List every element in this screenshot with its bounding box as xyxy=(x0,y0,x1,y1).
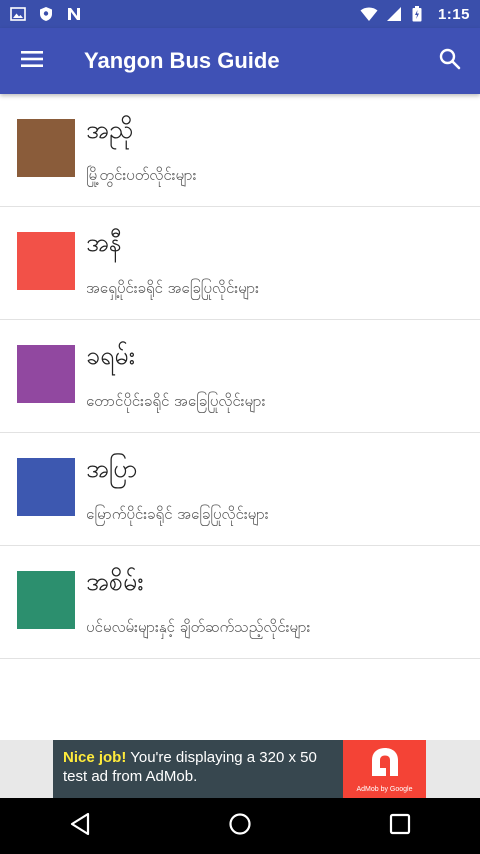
route-item-red[interactable]: အနီ အရှေ့ပိုင်းခရိုင် အခြေပြုလိုင်းများ xyxy=(0,207,480,320)
search-button[interactable] xyxy=(420,28,480,94)
route-item-brown[interactable]: အညို မြို့တွင်းပတ်လိုင်းများ xyxy=(0,94,480,207)
battery-icon xyxy=(412,6,428,22)
wifi-icon xyxy=(360,6,378,22)
route-color-swatch xyxy=(17,458,75,516)
route-color-swatch xyxy=(17,119,75,177)
ad-logo-caption: AdMob by Google xyxy=(356,785,413,793)
route-description: အရှေ့ပိုင်းခရိုင် အခြေပြုလိုင်းများ xyxy=(86,279,259,297)
menu-button[interactable] xyxy=(0,28,64,94)
route-description: မြို့တွင်းပတ်လိုင်းများ xyxy=(86,166,197,184)
shield-icon xyxy=(38,6,54,22)
recents-button[interactable] xyxy=(370,798,430,854)
home-icon xyxy=(228,812,252,840)
search-icon xyxy=(439,48,461,74)
route-name: အစိမ်း xyxy=(86,567,144,596)
nav-bar xyxy=(0,798,480,854)
n-icon xyxy=(66,6,82,22)
ad-logo: AdMob by Google xyxy=(343,740,426,798)
ad-bar: Nice job! You're displaying a 320 x 50 t… xyxy=(0,740,480,798)
route-description: ပင်မလမ်းများနှင့် ချိတ်ဆက်သည့်လိုင်းများ xyxy=(86,618,311,636)
route-item-green[interactable]: အစိမ်း ပင်မလမ်းများနှင့် ချိတ်ဆက်သည့်လို… xyxy=(0,546,480,659)
route-description: မြောက်ပိုင်းခရိုင် အခြေပြုလိုင်းများ xyxy=(86,505,269,523)
screen: 1:15 Yangon Bus Guide အညို မြို့တွင်းပတ်… xyxy=(0,0,480,854)
status-time: 1:15 xyxy=(437,5,470,23)
route-description: တောင်ပိုင်းခရိုင် အခြေပြုလိုင်းများ xyxy=(86,392,266,410)
menu-icon xyxy=(20,49,44,73)
recents-icon xyxy=(389,813,411,839)
route-item-purple[interactable]: ခရမ်း တောင်ပိုင်းခရိုင် အခြေပြုလိုင်းမျာ… xyxy=(0,320,480,433)
ad-banner[interactable]: Nice job! You're displaying a 320 x 50 t… xyxy=(53,740,426,798)
route-name: အနီ xyxy=(86,228,122,257)
ad-headline: Nice job! xyxy=(63,749,127,766)
signal-icon xyxy=(386,6,402,22)
image-icon xyxy=(10,6,26,22)
app-bar: Yangon Bus Guide xyxy=(0,28,480,94)
route-name: ခရမ်း xyxy=(86,341,136,370)
route-color-swatch xyxy=(17,345,75,403)
back-icon xyxy=(69,812,91,840)
status-bar: 1:15 xyxy=(0,0,480,28)
route-item-blue[interactable]: အပြာ မြောက်ပိုင်းခရိုင် အခြေပြုလိုင်းမျာ… xyxy=(0,433,480,546)
admob-icon xyxy=(368,746,402,782)
route-color-swatch xyxy=(17,571,75,629)
route-list: အညို မြို့တွင်းပတ်လိုင်းများ အနီ အရှေ့ပိ… xyxy=(0,94,480,659)
ad-text: Nice job! You're displaying a 320 x 50 t… xyxy=(53,740,343,798)
back-button[interactable] xyxy=(50,798,110,854)
route-color-swatch xyxy=(17,232,75,290)
app-title: Yangon Bus Guide xyxy=(84,48,280,73)
route-name: အပြာ xyxy=(86,454,138,483)
home-button[interactable] xyxy=(210,798,270,854)
route-name: အညို xyxy=(86,115,134,144)
